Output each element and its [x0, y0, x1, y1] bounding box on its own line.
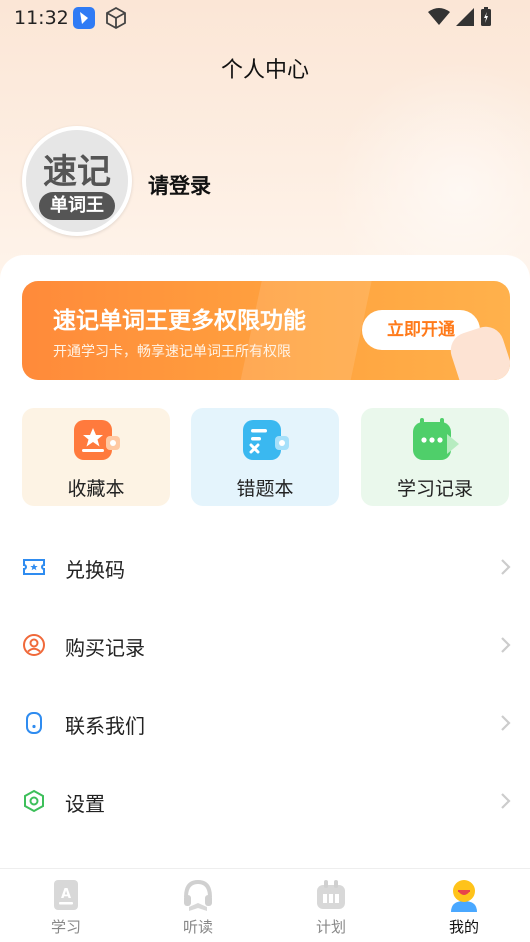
- avatar-logo-text: 速记: [43, 152, 111, 192]
- mine-tab-icon: [451, 880, 477, 912]
- battery-icon: [480, 7, 492, 31]
- app-notification-icon: [73, 7, 95, 29]
- menu-item-contact-us[interactable]: 联系我们: [0, 684, 530, 762]
- ticket-icon: [23, 559, 45, 575]
- menu-item-purchase-records[interactable]: 购买记录: [0, 606, 530, 684]
- login-link[interactable]: 请登录: [148, 170, 211, 200]
- phone-icon: [26, 712, 42, 734]
- status-bar: 11:32: [0, 0, 530, 36]
- signal-icon: [456, 8, 474, 30]
- bookmark-icon: [74, 420, 120, 460]
- listen-tab-icon: [184, 879, 212, 911]
- chevron-right-icon: [501, 715, 511, 731]
- settings-icon: [24, 789, 44, 813]
- favorites-label: 收藏本: [67, 478, 125, 500]
- banner-subtitle: 开通学习卡，畅享速记单词王所有权限: [53, 344, 291, 360]
- tab-label-plan: 计划: [315, 918, 346, 936]
- tab-plan[interactable]: 计划: [265, 869, 397, 942]
- chevron-right-icon: [501, 793, 511, 809]
- favorites-entry[interactable]: 收藏本: [22, 408, 170, 506]
- mistake-book-label: 错题本: [236, 478, 294, 500]
- menu-label-contact-us: 联系我们: [65, 714, 145, 738]
- study-tab-icon: A: [54, 880, 78, 910]
- tab-label-mine: 我的: [448, 918, 479, 936]
- avatar[interactable]: 速记 单词王: [22, 126, 132, 236]
- tab-mine[interactable]: 我的: [398, 869, 530, 942]
- study-record-entry[interactable]: 学习记录: [361, 408, 509, 506]
- chevron-right-icon: [501, 559, 511, 575]
- bottom-tab-bar: A 学习 听读 计划 我的: [0, 868, 530, 942]
- tab-label-listen-read: 听读: [182, 918, 213, 936]
- banner-title: 速记单词王更多权限功能: [53, 308, 306, 334]
- membership-banner[interactable]: 速记单词王更多权限功能 开通学习卡，畅享速记单词王所有权限 立即开通: [22, 281, 510, 380]
- cube-icon: [104, 6, 128, 34]
- menu-item-settings[interactable]: 设置: [0, 762, 530, 840]
- user-circle-icon: [23, 634, 45, 656]
- menu-label-settings: 设置: [65, 792, 105, 816]
- svg-text:A: A: [61, 887, 71, 902]
- menu-label-redeem-code: 兑换码: [65, 558, 125, 582]
- study-record-label: 学习记录: [396, 478, 473, 500]
- plan-tab-icon: [317, 880, 345, 909]
- tab-study[interactable]: A 学习: [0, 869, 132, 942]
- page-title: 个人中心: [220, 58, 309, 83]
- mistake-book-entry[interactable]: 错题本: [191, 408, 339, 506]
- wifi-icon: [428, 8, 450, 30]
- status-time: 11:32: [14, 7, 69, 29]
- menu-item-redeem-code[interactable]: 兑换码: [0, 528, 530, 606]
- chevron-right-icon: [501, 637, 511, 653]
- wrong-book-icon: [243, 420, 289, 460]
- tab-label-study: 学习: [50, 918, 81, 936]
- avatar-logo-badge: 单词王: [39, 192, 115, 220]
- study-record-icon: [413, 418, 459, 460]
- tab-listen-read[interactable]: 听读: [132, 869, 264, 942]
- menu-label-purchase-records: 购买记录: [65, 636, 145, 660]
